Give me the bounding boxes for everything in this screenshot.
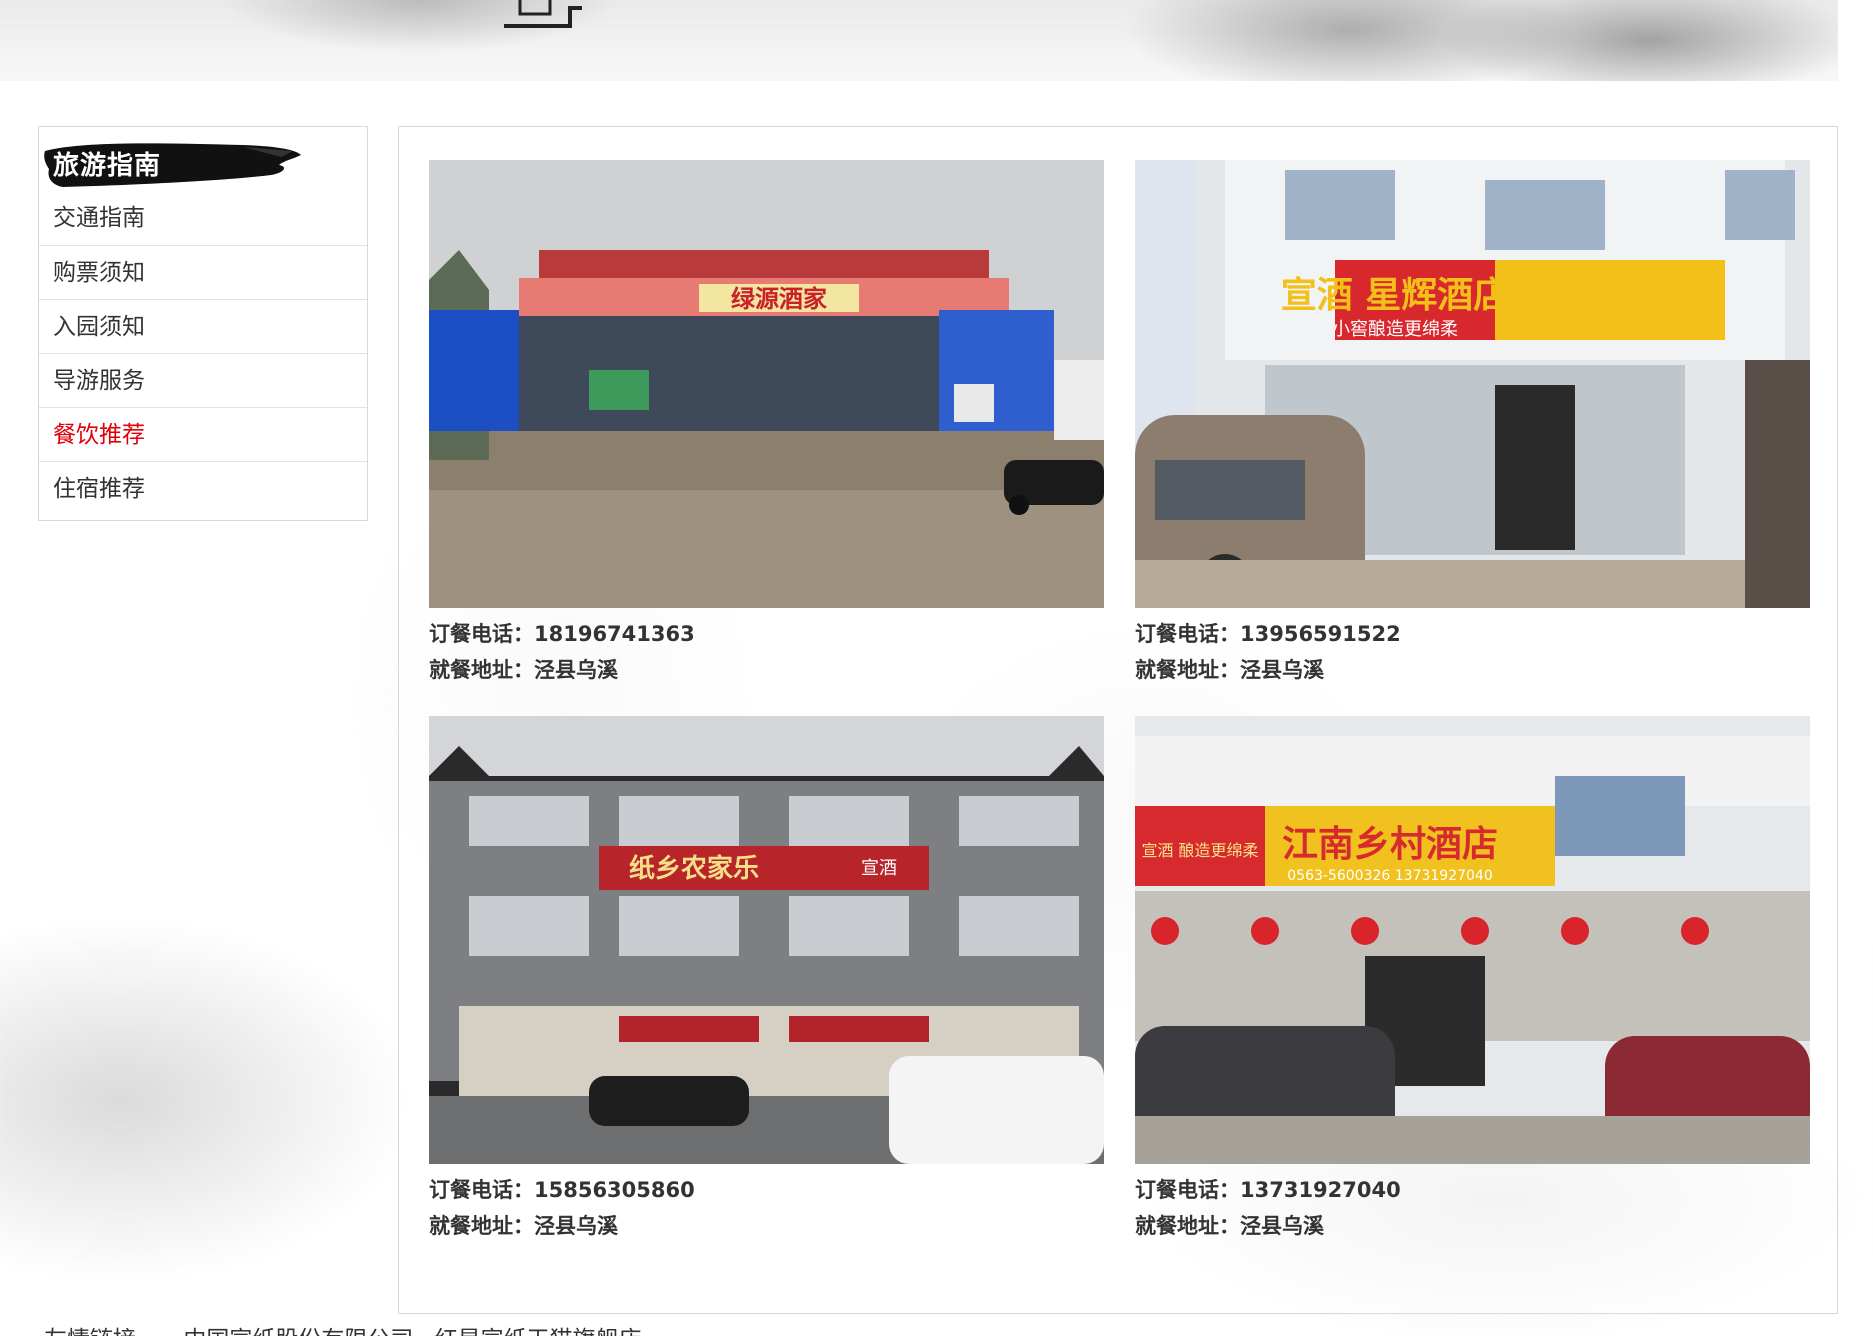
restaurant-4-illustration: 江南乡村酒店 宣酒 酿造更绵柔 0563-5600326 13731927040	[1135, 716, 1810, 1164]
address-value: 泾县乌溪	[534, 1214, 618, 1238]
phone-row: 订餐电话：15856305860	[429, 1172, 1104, 1208]
restaurant-card: 江南乡村酒店 宣酒 酿造更绵柔 0563-5600326 13731927040	[1135, 716, 1810, 1244]
sidebar-item-guide[interactable]: 导游服务	[39, 353, 367, 407]
address-label: 就餐地址：	[1135, 658, 1240, 682]
address-label: 就餐地址：	[429, 658, 534, 682]
restaurant-card: 纸乡农家乐 宣酒 订餐电话：15856305860 就餐地址：泾县乌溪	[429, 716, 1104, 1244]
address-row: 就餐地址：泾县乌溪	[429, 1208, 1104, 1244]
sidebar-menu: 交通指南 购票须知 入园须知 导游服务 餐饮推荐 住宿推荐	[39, 191, 367, 515]
address-row: 就餐地址：泾县乌溪	[1135, 652, 1810, 688]
restaurant-info: 订餐电话：15856305860 就餐地址：泾县乌溪	[429, 1172, 1104, 1244]
restaurant-info: 订餐电话：13956591522 就餐地址：泾县乌溪	[1135, 616, 1810, 688]
footer-label: 友情链接	[44, 1327, 136, 1336]
restaurant-4-sign: 江南乡村酒店	[1282, 824, 1498, 865]
phone-row: 订餐电话：13731927040	[1135, 1172, 1810, 1208]
restaurant-2-sign-sub: 小窖酿造更绵柔	[1332, 319, 1458, 340]
address-label: 就餐地址：	[429, 1214, 534, 1238]
restaurant-4-sign-sub: 宣酒 酿造更绵柔	[1141, 841, 1258, 860]
phone-number: 15856305860	[534, 1178, 695, 1202]
restaurant-photo[interactable]: 纸乡农家乐 宣酒	[429, 716, 1104, 1164]
header-banner	[0, 0, 1873, 81]
restaurant-info: 订餐电话：18196741363 就餐地址：泾县乌溪	[429, 616, 1104, 688]
restaurant-photo[interactable]: 绿源酒家	[429, 160, 1104, 608]
restaurant-3-illustration: 纸乡农家乐 宣酒	[429, 716, 1104, 1164]
phone-label: 订餐电话：	[1135, 1178, 1240, 1202]
sidebar-item-traffic[interactable]: 交通指南	[39, 191, 367, 245]
restaurant-2-illustration: 宣酒 星辉酒店 小窖酿造更绵柔	[1135, 160, 1810, 608]
address-label: 就餐地址：	[1135, 1214, 1240, 1238]
phone-row: 订餐电话：13956591522	[1135, 616, 1810, 652]
phone-label: 订餐电话：	[429, 1178, 534, 1202]
footer-link[interactable]: 中国宣纸股份有限公司	[183, 1327, 413, 1336]
phone-number: 13731927040	[1240, 1178, 1401, 1202]
address-value: 泾县乌溪	[1240, 658, 1324, 682]
phone-label: 订餐电话：	[1135, 622, 1240, 646]
sidebar-item-entry[interactable]: 入园须知	[39, 299, 367, 353]
restaurant-card: 绿源酒家 订餐电话：18196741363 就餐地址：泾县乌溪	[429, 160, 1104, 688]
restaurant-1-sign: 绿源酒家	[731, 285, 827, 313]
sidebar-item-dining[interactable]: 餐饮推荐	[39, 407, 367, 461]
sidebar-title: 旅游指南	[53, 151, 162, 181]
restaurant-3-sign: 纸乡农家乐	[629, 853, 759, 884]
address-row: 就餐地址：泾县乌溪	[1135, 1208, 1810, 1244]
sidebar-item-tickets[interactable]: 购票须知	[39, 245, 367, 299]
address-value: 泾县乌溪	[1240, 1214, 1324, 1238]
sidebar-nav: 旅游指南 交通指南 购票须知 入园须知 导游服务 餐饮推荐 住宿推荐	[38, 126, 368, 521]
sidebar-header: 旅游指南	[39, 127, 367, 191]
restaurant-1-illustration: 绿源酒家	[429, 160, 1104, 608]
footer-link[interactable]: 红星宣纸天猫旗舰店	[435, 1327, 642, 1336]
phone-label: 订餐电话：	[429, 622, 534, 646]
address-value: 泾县乌溪	[534, 658, 618, 682]
restaurant-photo[interactable]: 江南乡村酒店 宣酒 酿造更绵柔 0563-5600326 13731927040	[1135, 716, 1810, 1164]
footer-links: 友情链接 中国宣纸股份有限公司 红星宣纸天猫旗舰店	[44, 1320, 656, 1336]
phone-number: 18196741363	[534, 622, 695, 646]
phone-row: 订餐电话：18196741363	[429, 616, 1104, 652]
content-panel: 绿源酒家 订餐电话：18196741363 就餐地址：泾县乌溪 宣酒 星辉酒店 …	[398, 126, 1838, 1314]
restaurant-2-sign: 宣酒 星辉酒店	[1281, 275, 1510, 316]
banner-edge	[1838, 0, 1873, 81]
restaurant-info: 订餐电话：13731927040 就餐地址：泾县乌溪	[1135, 1172, 1810, 1244]
restaurant-photo[interactable]: 宣酒 星辉酒店 小窖酿造更绵柔	[1135, 160, 1810, 608]
phone-number: 13956591522	[1240, 622, 1401, 646]
address-row: 就餐地址：泾县乌溪	[429, 652, 1104, 688]
banner-logo-fragment	[504, 0, 582, 28]
sidebar-item-lodging[interactable]: 住宿推荐	[39, 461, 367, 515]
restaurant-card: 宣酒 星辉酒店 小窖酿造更绵柔 订餐电话：13956591522 就餐地址：泾县…	[1135, 160, 1810, 688]
restaurant-3-sign-sub: 宣酒	[861, 858, 897, 879]
restaurant-4-sign-phone: 0563-5600326 13731927040	[1287, 868, 1492, 884]
